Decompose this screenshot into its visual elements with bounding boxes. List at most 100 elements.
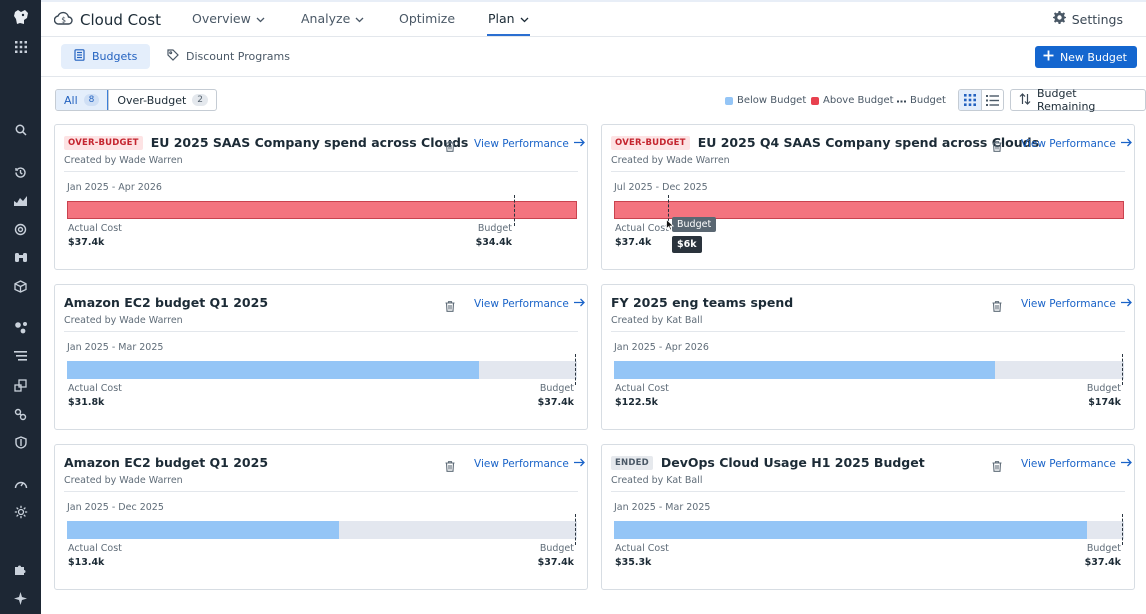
legend-swatch-above	[811, 96, 819, 105]
view-performance-link[interactable]: View Performance	[1021, 298, 1132, 310]
trash-icon[interactable]	[992, 297, 1002, 316]
budget-card: Amazon EC2 budget Q1 2025 Created by Wad…	[54, 444, 588, 590]
actual-cost-label: Actual Cost	[615, 223, 669, 234]
arrow-right-icon	[573, 458, 585, 470]
budget-card: OVER-BUDGET EU 2025 Q4 SAAS Company spen…	[601, 124, 1135, 270]
view-toggle	[958, 89, 1004, 111]
settings-label: Settings	[1071, 11, 1123, 27]
speedometer-icon[interactable]	[0, 474, 41, 494]
budget-label: Budget	[477, 223, 512, 234]
budget-value: $37.4k	[537, 557, 574, 568]
card-title: Amazon EC2 budget Q1 2025	[64, 295, 269, 310]
budget-bar	[67, 195, 577, 226]
budget-period: Jan 2025 - Apr 2026	[67, 182, 162, 193]
view-performance-label: View Performance	[474, 298, 569, 310]
trash-icon[interactable]	[445, 137, 455, 156]
card-header: OVER-BUDGET EU 2025 SAAS Company spend a…	[64, 135, 468, 150]
card-creator: Created by Wade Warren	[64, 315, 183, 326]
actual-cost-label: Actual Cost	[68, 383, 122, 394]
trash-icon[interactable]	[445, 297, 455, 316]
budget-label: Budget	[539, 383, 574, 394]
filter-over-budget[interactable]: Over-Budget 2	[108, 90, 216, 110]
apps-grid-icon[interactable]	[0, 37, 41, 57]
tab-discount-programs[interactable]: Discount Programs	[154, 44, 303, 69]
card-creator: Created by Wade Warren	[64, 475, 183, 486]
cost-settings-icon[interactable]	[0, 502, 41, 522]
card-divider	[64, 331, 578, 332]
dotted-line-icon	[897, 95, 906, 106]
actual-cost-value: $13.4k	[68, 557, 105, 568]
status-badge: OVER-BUDGET	[611, 135, 690, 150]
filter-all-count: 8	[83, 94, 100, 106]
view-performance-link[interactable]: View Performance	[474, 298, 585, 310]
sparkle-icon[interactable]	[0, 588, 41, 608]
logs-icon[interactable]	[0, 346, 41, 366]
actual-cost-value: $37.4k	[615, 237, 652, 248]
nav-analyze[interactable]: Analyze	[301, 11, 364, 26]
dashboard-chart-icon[interactable]	[0, 191, 41, 211]
link-icon[interactable]	[0, 404, 41, 424]
card-creator: Created by Wade Warren	[64, 155, 183, 166]
integrations-puzzle-icon[interactable]	[0, 559, 41, 579]
budget-value: $174k	[1088, 397, 1121, 408]
product-brand[interactable]: $ Cloud Cost	[53, 9, 161, 30]
arrow-right-icon	[1120, 138, 1132, 150]
budget-card: FY 2025 eng teams spend Created by Kat B…	[601, 284, 1135, 430]
filter-all[interactable]: All 8	[56, 90, 109, 110]
actual-cost-label: Actual Cost	[68, 543, 122, 554]
nav-overview[interactable]: Overview	[192, 11, 265, 26]
infrastructure-icon[interactable]	[0, 375, 41, 395]
card-title: DevOps Cloud Usage H1 2025 Budget	[660, 455, 925, 470]
dog-logo-icon[interactable]	[0, 6, 41, 28]
services-icon[interactable]	[0, 317, 41, 337]
budget-bar	[67, 514, 577, 545]
view-performance-link[interactable]: View Performance	[1021, 458, 1132, 470]
budget-filter-segment: All 8 Over-Budget 2	[55, 89, 218, 111]
filter-over-budget-count: 2	[192, 94, 209, 106]
trash-icon[interactable]	[445, 457, 455, 476]
list-view-button[interactable]	[981, 90, 1003, 110]
tab-budgets[interactable]: Budgets	[61, 44, 151, 69]
budget-label: Budget	[539, 543, 574, 554]
view-performance-link[interactable]: View Performance	[1021, 138, 1132, 150]
view-performance-label: View Performance	[1021, 298, 1116, 310]
budget-label: Budget	[1086, 383, 1121, 394]
card-divider	[611, 171, 1125, 172]
view-performance-link[interactable]: View Performance	[474, 138, 585, 150]
budget-marker[interactable]	[1122, 514, 1123, 545]
nav-plan[interactable]: Plan	[487, 11, 530, 36]
budget-bar	[67, 354, 577, 385]
settings-button[interactable]: Settings	[1052, 11, 1123, 27]
new-budget-button[interactable]: New Budget	[1034, 46, 1137, 68]
trash-icon[interactable]	[992, 457, 1002, 476]
history-icon[interactable]	[0, 162, 41, 182]
nav-optimize[interactable]: Optimize	[399, 11, 455, 26]
budget-period: Jan 2025 - Dec 2025	[67, 502, 164, 513]
security-shield-icon[interactable]	[0, 432, 41, 452]
nav-overview-label: Overview	[192, 11, 251, 26]
budget-marker[interactable]	[514, 195, 515, 226]
chevron-down-icon	[256, 11, 265, 26]
budget-period: Jan 2025 - Apr 2026	[614, 342, 709, 353]
budget-marker[interactable]	[1122, 354, 1123, 385]
new-budget-label: New Budget	[1059, 50, 1127, 64]
target-icon[interactable]	[0, 219, 41, 239]
nav-optimize-label: Optimize	[399, 11, 456, 26]
budget-marker[interactable]	[575, 354, 576, 385]
cube-icon[interactable]	[0, 276, 41, 296]
nav-plan-label: Plan	[488, 11, 515, 26]
trash-icon[interactable]	[992, 137, 1002, 156]
sort-arrows-icon	[1019, 92, 1031, 108]
view-performance-link[interactable]: View Performance	[474, 458, 585, 470]
top-nav: $ Cloud Cost Overview Analyze Optimize P…	[41, 0, 1146, 37]
grid-view-button[interactable]	[959, 90, 982, 110]
sort-button[interactable]: Budget Remaining	[1010, 87, 1146, 113]
budget-value: $37.4k	[537, 397, 574, 408]
budget-card: Amazon EC2 budget Q1 2025 Created by Wad…	[54, 284, 588, 430]
actual-cost-label: Actual Cost	[615, 543, 669, 554]
search-icon[interactable]	[0, 120, 41, 140]
plus-icon	[1043, 50, 1054, 64]
budget-marker[interactable]	[575, 514, 576, 545]
binoculars-icon[interactable]	[0, 247, 41, 267]
svg-text:$: $	[61, 15, 66, 24]
